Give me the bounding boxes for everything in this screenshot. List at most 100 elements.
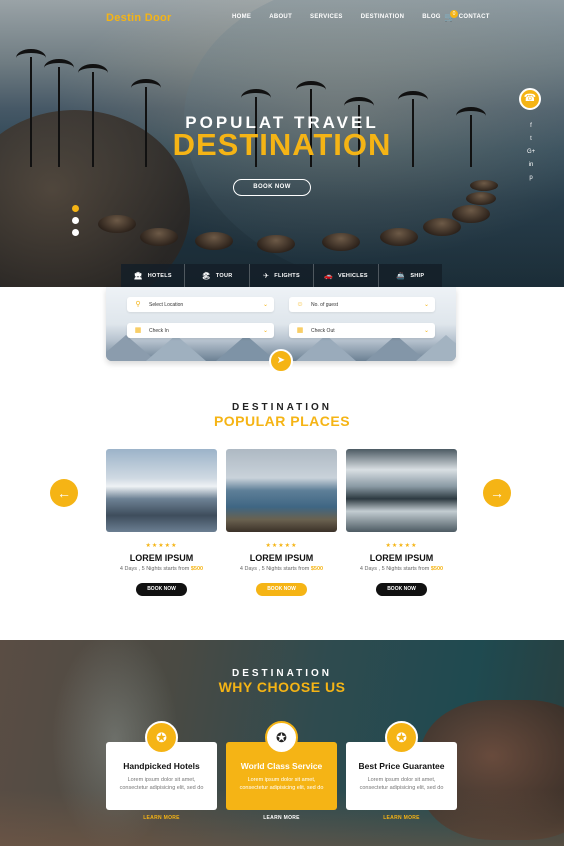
place-price: $500 (310, 566, 324, 572)
tab-label: SHIP (410, 272, 425, 279)
check-in-field[interactable]: ▦ Check In ⌄ (127, 323, 274, 338)
tab-label: FLIGHTS (274, 272, 300, 279)
ship-icon: 🚢 (396, 272, 406, 280)
guests-select[interactable]: ☺ No. of guest ⌄ (289, 297, 435, 312)
learn-more-link[interactable]: LEARN MORE (106, 815, 217, 821)
why-subtitle: DESTINATION (231, 668, 333, 679)
pinterest-icon[interactable]: p (527, 175, 535, 188)
plane-icon: ✈ (263, 272, 270, 280)
feature-text: Lorem ipsum dolor sit amet, consectetur … (359, 777, 444, 791)
place-name: LOREM IPSUM (369, 553, 434, 563)
stepping-stone (380, 228, 418, 246)
place-price: $500 (430, 566, 444, 572)
feature-title: Best Price Guarantee (358, 761, 445, 771)
feature-text: Lorem ipsum dolor sit amet, consectetur … (119, 777, 204, 791)
learn-more-link[interactable]: LEARN MORE (226, 815, 337, 821)
stepping-stone (466, 192, 496, 205)
slider-dot[interactable] (72, 217, 79, 224)
rating-stars: ★★★★★ (265, 543, 298, 549)
twitter-icon[interactable]: t (527, 136, 535, 149)
nav-services[interactable]: SERVICES (310, 14, 343, 20)
facebook-icon[interactable]: f (527, 123, 535, 136)
guests-select-value: No. of guest (311, 301, 338, 308)
slider-dots (72, 205, 79, 241)
star-badge-icon: ✪ (385, 721, 418, 754)
stepping-stone (195, 232, 233, 250)
location-pin-icon: ⚲ (135, 300, 141, 308)
check-in-value: Check In (149, 327, 169, 334)
location-select[interactable]: ⚲ Select Location ⌄ (127, 297, 274, 312)
cart-count-badge: 0 (450, 10, 458, 18)
social-links: f t G+ in p (527, 123, 535, 188)
check-out-field[interactable]: ▦ Check Out ⌄ (289, 323, 435, 338)
star-badge-icon: ✪ (145, 721, 178, 754)
stepping-stone (322, 233, 360, 251)
tab-tour[interactable]: 🏖 TOUR (185, 264, 250, 287)
prev-arrow-button[interactable]: ← (50, 479, 78, 507)
place-price: $500 (190, 566, 204, 572)
nav-destination[interactable]: DESTINATION (361, 14, 405, 20)
feature-title: Handpicked Hotels (123, 761, 200, 771)
card-book-now-button[interactable]: BOOK NOW (376, 583, 427, 596)
feature-card: ✪ Handpicked Hotels Lorem ipsum dolor si… (106, 721, 217, 810)
brand-logo[interactable]: Destin Door (106, 12, 172, 24)
check-out-value: Check Out (311, 327, 335, 334)
tab-vehicles[interactable]: 🚗 VEHICLES (314, 264, 379, 287)
place-name: LOREM IPSUM (249, 553, 314, 563)
tab-label: HOTELS (147, 272, 172, 279)
google-plus-icon[interactable]: G+ (527, 149, 535, 162)
tab-flights[interactable]: ✈ FLIGHTS (250, 264, 315, 287)
stepping-stone (470, 180, 498, 191)
calendar-icon: ▦ (134, 326, 142, 334)
feature-text: Lorem ipsum dolor sit amet, consectetur … (239, 777, 324, 791)
nav-blog[interactable]: BLOG (422, 14, 441, 20)
nav-about[interactable]: ABOUT (269, 14, 292, 20)
place-card[interactable]: ★★★★★ LOREM IPSUM 4 Days , 5 Nights star… (226, 449, 337, 596)
rating-stars: ★★★★★ (385, 543, 418, 549)
user-icon: ☺ (296, 300, 304, 308)
stepping-stone (98, 215, 136, 233)
hero-banner: Destin Door HOME ABOUT SERVICES DESTINAT… (0, 0, 564, 287)
chevron-down-icon: ⌄ (423, 302, 429, 308)
stepping-stone (452, 205, 490, 223)
rating-stars: ★★★★★ (145, 543, 178, 549)
nav-home[interactable]: HOME (232, 14, 251, 20)
card-book-now-button[interactable]: BOOK NOW (136, 583, 187, 596)
place-card[interactable]: ★★★★★ LOREM IPSUM 4 Days , 5 Nights star… (106, 449, 217, 596)
hero-title: DESTINATION (172, 127, 392, 162)
card-book-now-button[interactable]: BOOK NOW (256, 583, 307, 596)
main-nav: HOME ABOUT SERVICES DESTINATION BLOG CON… (232, 14, 508, 20)
tab-label: VEHICLES (337, 272, 368, 279)
slider-dot-active[interactable] (72, 205, 79, 212)
learn-more-link[interactable]: LEARN MORE (346, 815, 457, 821)
stepping-stone (257, 235, 295, 253)
chevron-down-icon: ⌄ (262, 302, 268, 308)
feature-title: World Class Service (240, 761, 323, 771)
lantern-lake-image (226, 449, 337, 532)
location-select-value: Select Location (149, 301, 184, 308)
snowy-bridge-image (346, 449, 457, 532)
place-meta: 4 Days , 5 Nights starts from $500 (119, 566, 204, 572)
hero-book-now-button[interactable]: BOOK NOW (233, 179, 311, 196)
popular-title: POPULAR PLACES (213, 413, 351, 429)
place-meta: 4 Days , 5 Nights starts from $500 (359, 566, 444, 572)
linkedin-icon[interactable]: in (527, 162, 535, 175)
tour-icon: 🏖 (201, 272, 211, 280)
calendar-icon: ▦ (296, 326, 304, 334)
tab-ship[interactable]: 🚢 SHIP (379, 264, 442, 287)
slider-dot[interactable] (72, 229, 79, 236)
stepping-stone (423, 218, 461, 236)
send-search-button[interactable]: ➤ (269, 349, 293, 373)
next-arrow-button[interactable]: → (483, 479, 511, 507)
chevron-down-icon: ⌄ (262, 328, 268, 334)
place-card[interactable]: ★★★★★ LOREM IPSUM 4 Days , 5 Nights star… (346, 449, 457, 596)
hotel-icon: 🏛 (133, 272, 143, 280)
chevron-down-icon: ⌄ (423, 328, 429, 334)
tab-hotels[interactable]: 🏛 HOTELS (121, 264, 186, 287)
car-icon: 🚗 (323, 272, 333, 280)
phone-icon[interactable]: ☎ (519, 88, 541, 110)
why-title: WHY CHOOSE US (218, 679, 346, 695)
feature-card: ✪ Best Price Guarantee Lorem ipsum dolor… (346, 721, 457, 810)
place-name: LOREM IPSUM (129, 553, 194, 563)
nav-contact[interactable]: CONTACT (459, 14, 490, 20)
